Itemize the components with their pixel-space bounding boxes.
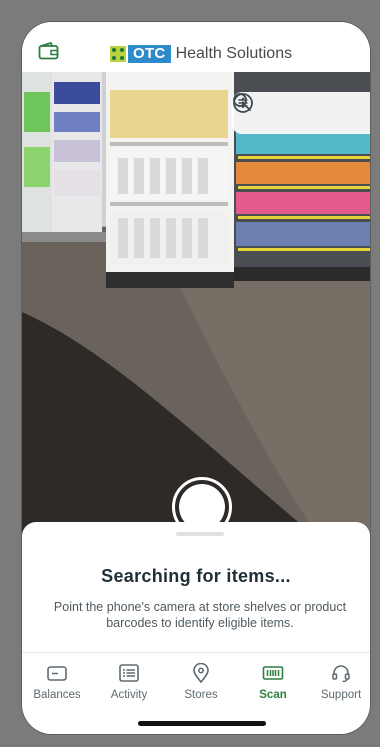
- filter-list-icon[interactable]: [233, 93, 315, 127]
- logo-otc: OTC: [128, 45, 171, 63]
- location-pin-icon: [190, 662, 212, 684]
- tab-label: Balances: [33, 689, 81, 701]
- home-indicator[interactable]: [138, 721, 266, 726]
- sheet-title: Searching for items...: [101, 566, 291, 586]
- app-logo: OTC Health Solutions: [110, 44, 292, 64]
- sheet-drag-handle[interactable]: [176, 532, 224, 536]
- camera-viewfinder[interactable]: [22, 72, 370, 542]
- barcode-icon: [262, 663, 284, 683]
- tab-activity[interactable]: Activity: [96, 663, 162, 703]
- tab-support[interactable]: Support: [308, 663, 370, 703]
- tab-label: Stores: [184, 689, 218, 701]
- app-header: OTC Health Solutions: [22, 22, 370, 74]
- logo-mark-icon: [110, 46, 126, 62]
- scan-toolbar: [232, 92, 370, 134]
- phone-screen: OTC Health Solutions Searching for items…: [22, 22, 370, 734]
- list-icon: [118, 663, 140, 683]
- sheet-description: Point the phone's camera at store shelve…: [53, 600, 347, 630]
- wallet-icon[interactable]: [38, 42, 60, 60]
- info-icon[interactable]: [233, 93, 357, 127]
- tab-scan[interactable]: Scan: [240, 663, 306, 703]
- headset-icon: [330, 663, 352, 683]
- scan-status-sheet: Searching for items... Point the phone's…: [22, 522, 370, 662]
- logo-text: Health Solutions: [175, 45, 293, 62]
- tab-balances[interactable]: Balances: [24, 663, 90, 703]
- tab-label: Activity: [110, 689, 148, 701]
- camera-feed-image: [22, 72, 370, 542]
- tab-label: Scan: [259, 689, 287, 701]
- wallet-card-icon: [46, 663, 68, 683]
- tab-stores[interactable]: Stores: [168, 662, 234, 703]
- tab-label: Support: [320, 689, 362, 701]
